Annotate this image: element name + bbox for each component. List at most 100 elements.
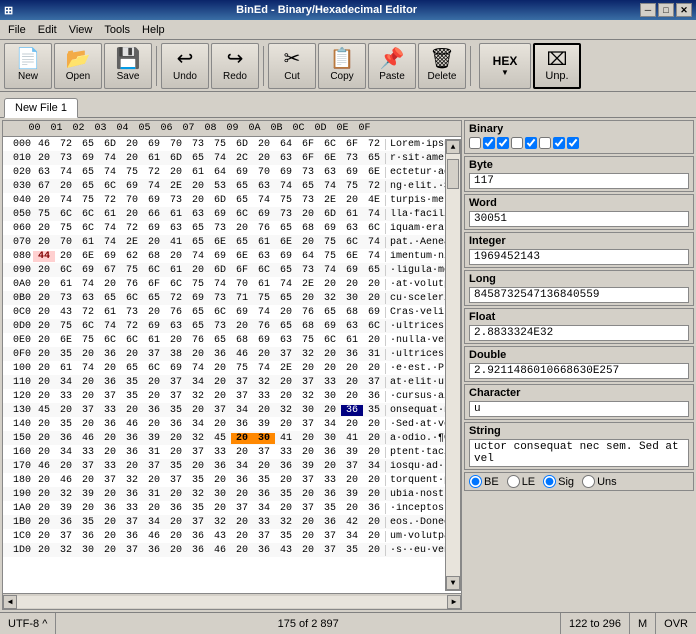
hex-cell[interactable]: 65 — [77, 139, 99, 150]
hex-cell[interactable]: 61 — [341, 335, 363, 346]
hex-cell[interactable]: 68 — [341, 307, 363, 318]
hex-cell[interactable]: 69 — [165, 363, 187, 374]
hex-cell[interactable]: 37 — [297, 475, 319, 486]
hex-cell[interactable]: 6C — [77, 223, 99, 234]
hex-cell[interactable]: 2E — [165, 181, 187, 192]
hex-cell[interactable]: 34 — [319, 419, 341, 430]
hex-cell[interactable]: 36 — [55, 517, 77, 528]
hex-cell[interactable]: 70 — [253, 167, 275, 178]
hex-cell[interactable]: 63 — [253, 181, 275, 192]
table-row[interactable]: 19020323920363120323020363520363920ubia·… — [3, 487, 445, 501]
hex-cell[interactable]: 76 — [253, 223, 275, 234]
hex-cell[interactable]: 75 — [209, 139, 231, 150]
hex-cell[interactable]: 6C — [55, 265, 77, 276]
hex-cell[interactable]: 6F — [297, 139, 319, 150]
hex-cell[interactable]: 75 — [253, 293, 275, 304]
table-row[interactable]: 0206374657475722061646970697363696Eectet… — [3, 165, 445, 179]
table-row[interactable]: 1A020392036332036352037342037352036·ince… — [3, 501, 445, 515]
hex-cell[interactable]: 73 — [55, 293, 77, 304]
hex-cell[interactable]: 6E — [341, 251, 363, 262]
hex-cell[interactable]: 33 — [319, 475, 341, 486]
hex-cell[interactable]: 69 — [319, 223, 341, 234]
hex-cell[interactable]: 74 — [253, 307, 275, 318]
hex-cell[interactable]: 20 — [143, 377, 165, 388]
hex-cell[interactable]: 74 — [319, 181, 341, 192]
menu-tools[interactable]: Tools — [98, 22, 136, 38]
hex-cell[interactable]: 20 — [363, 475, 385, 486]
menu-edit[interactable]: Edit — [32, 22, 63, 38]
hex-cell[interactable]: 20 — [363, 279, 385, 290]
hex-cell[interactable]: 74 — [363, 251, 385, 262]
hex-cell[interactable]: 6C — [121, 335, 143, 346]
hex-cell[interactable]: 34 — [341, 531, 363, 542]
hex-cell[interactable]: 39 — [143, 433, 165, 444]
menu-view[interactable]: View — [63, 22, 99, 38]
hex-cell[interactable]: 37 — [231, 503, 253, 514]
hex-cell[interactable]: 63 — [319, 167, 341, 178]
hex-cell[interactable]: 33 — [77, 447, 99, 458]
hex-cell[interactable]: 20 — [165, 489, 187, 500]
hex-cell[interactable]: 6C — [363, 321, 385, 332]
hex-cell[interactable]: 75 — [231, 363, 253, 374]
hex-cell[interactable]: 74 — [187, 363, 209, 374]
hex-cell[interactable]: 20 — [77, 391, 99, 402]
hex-cell[interactable]: 65 — [209, 335, 231, 346]
table-row[interactable]: 0A020617420766F6C75747061742E202020·at·v… — [3, 277, 445, 291]
hex-cell[interactable]: 74 — [77, 279, 99, 290]
hex-cell[interactable]: 20 — [209, 419, 231, 430]
hex-cell[interactable]: 45 — [33, 405, 55, 416]
hex-cell[interactable]: 36 — [363, 503, 385, 514]
hex-cell[interactable]: 6E — [319, 153, 341, 164]
hex-cell[interactable]: 30 — [319, 391, 341, 402]
hex-cell[interactable]: 6C — [319, 139, 341, 150]
hex-cell[interactable]: 73 — [275, 209, 297, 220]
hex-cell[interactable]: 20 — [99, 545, 121, 556]
hex-cell[interactable]: 61 — [341, 209, 363, 220]
hex-cell[interactable]: 63 — [187, 209, 209, 220]
hex-cell[interactable]: 6D — [319, 209, 341, 220]
hex-cell[interactable]: 46 — [77, 433, 99, 444]
hex-cell[interactable]: 36 — [121, 531, 143, 542]
hex-cell[interactable]: 37 — [209, 405, 231, 416]
hex-cell[interactable]: 20 — [143, 237, 165, 248]
hex-cell[interactable]: 69 — [253, 209, 275, 220]
hex-cell[interactable]: 30 — [341, 293, 363, 304]
hex-cell[interactable]: 20 — [187, 349, 209, 360]
hex-cell[interactable]: 36 — [209, 349, 231, 360]
hex-cell[interactable]: 37 — [231, 391, 253, 402]
hex-cell[interactable]: 39 — [55, 503, 77, 514]
hex-cell[interactable]: 20 — [231, 321, 253, 332]
hex-cell[interactable]: 74 — [363, 237, 385, 248]
hex-cell[interactable]: 69 — [363, 307, 385, 318]
hex-cell[interactable]: 35 — [55, 419, 77, 430]
hex-cell[interactable]: 20 — [33, 293, 55, 304]
hex-cell[interactable]: 36 — [165, 503, 187, 514]
hex-cell[interactable]: 36 — [319, 447, 341, 458]
hex-cell[interactable]: 37 — [253, 531, 275, 542]
hex-cell[interactable]: 75 — [55, 223, 77, 234]
hex-cell[interactable]: 38 — [165, 349, 187, 360]
scroll-thumb[interactable] — [447, 159, 459, 189]
hex-cell[interactable]: 20 — [319, 363, 341, 374]
hex-cell[interactable]: 61 — [253, 237, 275, 248]
hex-cell[interactable]: 37 — [121, 517, 143, 528]
hex-cell[interactable]: 2E — [297, 279, 319, 290]
table-row[interactable]: 0D020756C7472696365732076656869636C·ultr… — [3, 319, 445, 333]
hex-cell[interactable]: 39 — [77, 489, 99, 500]
hex-cell[interactable]: 6E — [77, 251, 99, 262]
hex-cell[interactable]: 20 — [231, 531, 253, 542]
hex-cell[interactable]: 20 — [275, 503, 297, 514]
hex-cell[interactable]: 73 — [297, 195, 319, 206]
hex-cell[interactable]: 41 — [341, 433, 363, 444]
hex-cell[interactable]: 6C — [209, 307, 231, 318]
hex-cell[interactable]: 30 — [319, 433, 341, 444]
hex-cell[interactable]: 20 — [77, 419, 99, 430]
hex-cell[interactable]: 20 — [297, 447, 319, 458]
hex-cell[interactable]: 20 — [231, 545, 253, 556]
hex-cell[interactable]: 6E — [209, 237, 231, 248]
hex-cell[interactable]: 65 — [275, 293, 297, 304]
scroll-up-arrow[interactable]: ▲ — [446, 140, 460, 154]
hex-cell[interactable]: 35 — [275, 489, 297, 500]
hex-cell[interactable]: 36 — [77, 531, 99, 542]
hex-cell[interactable]: 20 — [363, 531, 385, 542]
